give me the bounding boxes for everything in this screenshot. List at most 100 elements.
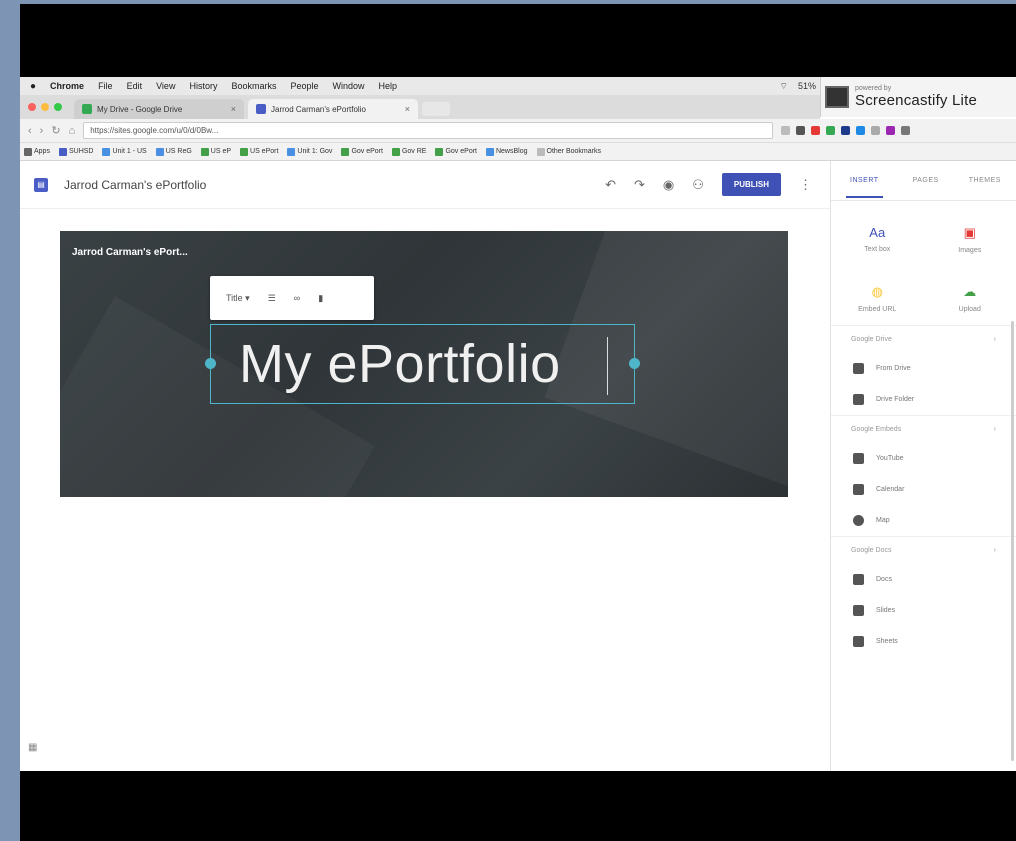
menu-help[interactable]: Help [379,81,398,91]
menu-history[interactable]: History [189,81,217,91]
close-tab-icon[interactable]: × [405,104,410,114]
home-icon[interactable]: ⌂ [69,125,76,137]
section-google-docs[interactable]: Google Docs › [831,536,1016,564]
bookmark-item[interactable]: NewsBlog [485,147,528,156]
text-cursor [607,337,608,395]
powered-by: powered by [855,85,892,92]
insert-images[interactable]: ▣ Images [924,225,1016,254]
menu-chrome[interactable]: Chrome [50,81,84,91]
extension-icon[interactable] [871,126,881,135]
insert-slides[interactable]: Slides [831,595,1016,626]
bookmark-item[interactable]: Gov ePort [341,147,383,156]
insert-drive-folder[interactable]: Drive Folder [831,384,1016,415]
youtube-icon [853,453,864,464]
tab-label: My Drive - Google Drive [97,104,183,114]
wifi-icon[interactable]: ⌔ [780,81,788,92]
zoom-window-icon[interactable] [54,103,62,111]
align-icon[interactable]: ☰ [268,293,276,304]
section-google-embeds[interactable]: Google Embeds › [831,415,1016,443]
browser-tabbar: My Drive - Google Drive × Jarrod Carman'… [20,95,820,119]
reload-icon[interactable]: ↻ [51,124,60,137]
undo-icon[interactable]: ↶ [605,177,616,193]
minimize-window-icon[interactable] [41,103,49,111]
share-icon[interactable]: ⚇ [692,177,704,193]
bookmark-item[interactable]: US ReG [155,147,192,156]
tab-my-drive[interactable]: My Drive - Google Drive × [74,99,244,119]
text-style-dropdown[interactable]: Title ▾ [226,293,250,304]
delete-icon[interactable]: ▮ [318,293,323,304]
insert-upload[interactable]: ☁ Upload [924,284,1016,313]
back-icon[interactable]: ‹ [28,125,32,137]
bookmark-item[interactable]: Apps [24,147,50,156]
new-tab-button[interactable] [422,102,450,116]
publish-button[interactable]: PUBLISH [721,173,781,196]
bookmark-item[interactable]: Other Bookmarks [536,147,601,156]
tab-pages[interactable]: PAGES [913,177,939,184]
screencastify-name: Screencastify Lite [855,92,977,109]
menu-bookmarks[interactable]: Bookmarks [231,81,276,91]
extension-icon[interactable] [826,126,836,135]
star-icon[interactable] [781,126,791,135]
bookmark-item[interactable]: Gov ePort [435,147,477,156]
bookmark-item[interactable]: US ePort [240,147,278,156]
insert-sheets[interactable]: Sheets [831,626,1016,657]
insert-embed-url[interactable]: ◍ Embed URL [831,284,924,313]
header-banner[interactable]: Jarrod Carman's ePort... Title ▾ ☰ ∞ ▮ M… [60,231,788,497]
insert-docs[interactable]: Docs [831,564,1016,595]
insert-from-drive[interactable]: From Drive [831,353,1016,384]
page-title[interactable]: My ePortfolio [239,333,561,395]
link-icon[interactable]: ∞ [294,293,300,303]
panel-scrollbar[interactable] [1011,321,1014,761]
extension-icon[interactable] [811,126,821,135]
preview-icon[interactable]: ◉ [663,177,674,193]
page-canvas[interactable]: Jarrod Carman's ePort... Title ▾ ☰ ∞ ▮ M… [60,231,788,741]
embed-icon: ◍ [871,284,883,299]
hero-site-name[interactable]: Jarrod Carman's ePort... [72,247,188,258]
bookmark-item[interactable]: US eP [200,147,231,156]
extension-icon[interactable] [856,126,866,135]
menu-icon[interactable] [901,126,911,135]
more-options-icon[interactable]: ⋮ [799,177,812,193]
bookmarks-bar: Apps SUHSD Unit 1 - US US ReG US eP US e… [20,143,1016,161]
menu-file[interactable]: File [98,81,113,91]
expand-icon: › [993,547,996,554]
redo-icon[interactable]: ↷ [634,177,645,193]
forward-icon[interactable]: › [40,125,44,137]
url-input[interactable]: https://sites.google.com/u/0/d/0Bw... [83,122,774,139]
bookmark-item[interactable]: Gov RE [391,147,426,156]
resize-handle-right[interactable] [629,358,640,369]
close-window-icon[interactable] [28,103,36,111]
resize-handle-left[interactable] [205,358,216,369]
sites-logo-icon[interactable]: ▤ [34,177,48,192]
menu-view[interactable]: View [156,81,175,91]
insert-calendar[interactable]: Calendar [831,474,1016,505]
insert-text-box[interactable]: Aa Text box [831,225,924,254]
close-tab-icon[interactable]: × [231,104,236,114]
bookmark-item[interactable]: SUHSD [58,147,93,156]
site-title[interactable]: Jarrod Carman's ePortfolio [64,178,206,192]
map-pin-icon [853,515,864,526]
tab-eportfolio[interactable]: Jarrod Carman's ePortfolio × [248,99,418,119]
insert-map[interactable]: Map [831,505,1016,536]
section-google-drive[interactable]: Google Drive › [831,325,1016,353]
bookmark-item[interactable]: Unit 1: Gov [287,147,332,156]
title-textbox[interactable]: My ePortfolio [205,324,640,404]
slides-icon [853,605,864,616]
menu-people[interactable]: People [290,81,318,91]
menu-edit[interactable]: Edit [127,81,143,91]
apple-icon[interactable]: ● [30,81,36,92]
extension-icon[interactable] [796,126,806,135]
calendar-icon [853,484,864,495]
grid-icon[interactable]: ▦ [28,742,37,753]
insert-youtube[interactable]: YouTube [831,443,1016,474]
battery-status[interactable]: 51% [798,81,816,92]
drive-icon [853,363,864,374]
tab-insert[interactable]: INSERT [846,163,883,198]
menu-window[interactable]: Window [333,81,365,91]
extension-icon[interactable] [841,126,851,135]
sheets-icon [853,636,864,647]
film-icon [825,86,849,108]
extension-icon[interactable] [886,126,896,135]
tab-themes[interactable]: THEMES [969,177,1001,184]
bookmark-item[interactable]: Unit 1 - US [102,147,147,156]
